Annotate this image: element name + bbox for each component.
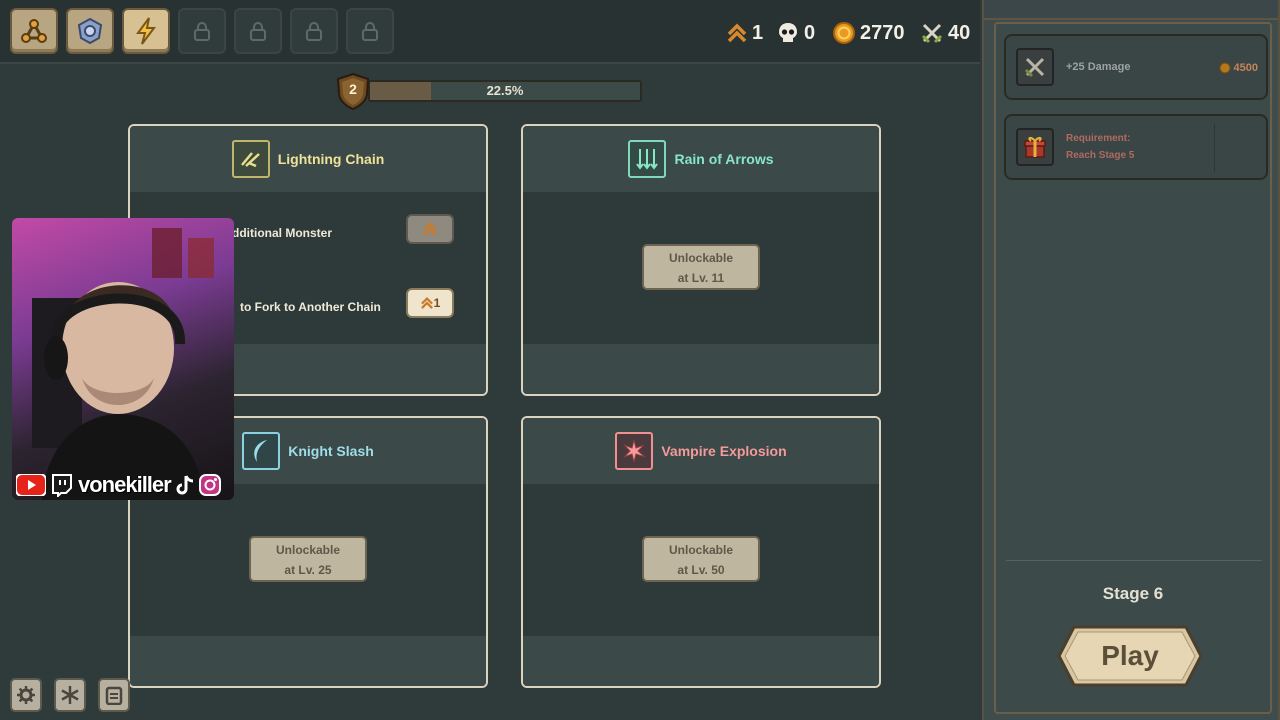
skill-card-vampire-explosion: Vampire Explosion Unlockable at Lv. 50 xyxy=(521,416,881,688)
lock-icon xyxy=(362,22,378,41)
unlock-line-2: at Lv. 25 xyxy=(284,563,332,577)
tab-defense[interactable] xyxy=(66,8,114,54)
rank-chevron-icon xyxy=(420,296,433,309)
card-header: Vampire Explosion xyxy=(523,418,879,484)
panel-inner: +25 Damage 4500 Requirement: Reach Stage xyxy=(994,22,1272,714)
xp-progress-bar: 22.5% xyxy=(368,80,642,102)
rank-chevron-icon xyxy=(423,222,437,236)
reward-divider xyxy=(1214,124,1215,172)
rank-stat: 1 xyxy=(726,18,763,48)
requirement-line-1: Requirement: xyxy=(1066,133,1131,144)
skill-title: Rain of Arrows xyxy=(674,151,774,167)
card-footer xyxy=(523,636,879,686)
tab-tree[interactable] xyxy=(10,8,58,54)
reward-damage[interactable]: +25 Damage 4500 xyxy=(1004,34,1268,100)
clipboard-icon xyxy=(105,686,123,705)
card-body: Unlockable at Lv. 50 xyxy=(523,484,879,636)
unlock-line-2: at Lv. 50 xyxy=(677,563,725,577)
gift-icon xyxy=(1016,128,1054,166)
reward-cost-value: 4500 xyxy=(1233,62,1258,74)
lock-icon xyxy=(194,22,210,41)
coin-value: 2770 xyxy=(860,21,905,44)
settings-button[interactable] xyxy=(10,678,42,712)
streamer-silhouette xyxy=(32,228,214,500)
coin-icon xyxy=(1219,62,1231,74)
stage-label: Stage 6 xyxy=(1102,584,1164,603)
card-body: Unlockable at Lv. 25 xyxy=(130,484,486,636)
card-footer xyxy=(130,636,486,686)
skill-title: Lightning Chain xyxy=(277,151,385,167)
swords-value: 40 xyxy=(948,21,971,44)
youtube-icon xyxy=(16,474,46,496)
upgrade-cost-value: 1 xyxy=(433,296,441,310)
instagram-icon xyxy=(198,474,221,496)
upgrade-cost-button-2[interactable]: 1 xyxy=(406,288,454,318)
xp-percent-text: 22.5% xyxy=(486,83,524,98)
vampire-explosion-skill-icon xyxy=(615,432,654,470)
unlock-line-1: Unlockable xyxy=(668,251,734,265)
lock-icon xyxy=(250,22,266,41)
skull-icon xyxy=(779,23,797,42)
tiktok-icon xyxy=(176,475,193,495)
unlockable-button: Unlockable at Lv. 25 xyxy=(249,536,367,582)
shield-gem-icon xyxy=(77,17,103,45)
reward-label: +25 Damage xyxy=(1066,61,1131,73)
lightning-icon xyxy=(136,17,156,45)
webcam-overlay xyxy=(12,218,234,500)
card-footer xyxy=(523,344,879,394)
unlock-line-1: Unlockable xyxy=(275,543,341,557)
notes-button[interactable] xyxy=(98,678,130,712)
unlockable-button: Unlockable at Lv. 11 xyxy=(642,244,760,290)
coin-icon xyxy=(833,22,855,44)
coin-stat: 2770 xyxy=(832,18,905,48)
reward-locked[interactable]: Requirement: Reach Stage 5 xyxy=(1004,114,1268,180)
crossed-swords-icon xyxy=(921,23,943,44)
level-number: 2 xyxy=(349,81,357,97)
streamer-handle: vonekiller xyxy=(78,472,172,497)
tab-skills[interactable] xyxy=(122,8,170,54)
gear-icon xyxy=(17,686,35,704)
reward-cost: 4500 xyxy=(1219,62,1258,74)
panel-top-frame xyxy=(984,0,1278,20)
skill-title: Vampire Explosion xyxy=(661,443,787,459)
lightning-chain-skill-icon xyxy=(231,140,270,178)
level-shield: 2 xyxy=(334,72,372,110)
stage-panel: +25 Damage 4500 Requirement: Reach Stage xyxy=(982,0,1280,720)
unlock-line-2: at Lv. 11 xyxy=(677,271,725,285)
requirement-line-2: Reach Stage 5 xyxy=(1066,150,1135,161)
unlock-line-1: Unlockable xyxy=(668,543,734,557)
rain-of-arrows-skill-icon xyxy=(628,140,667,178)
snowflake-icon xyxy=(61,686,79,704)
card-body: Unlockable at Lv. 11 xyxy=(523,192,879,344)
tree-icon xyxy=(21,19,47,43)
rank-chevron-icon xyxy=(727,23,747,43)
effects-button[interactable] xyxy=(54,678,86,712)
lock-icon xyxy=(306,22,322,41)
skull-stat: 0 xyxy=(776,18,815,48)
skull-value: 0 xyxy=(804,21,816,44)
tab-locked-3[interactable] xyxy=(290,8,338,54)
card-header: Rain of Arrows xyxy=(523,126,879,192)
swords-stat: 40 xyxy=(920,18,970,48)
play-button[interactable]: Play xyxy=(1056,624,1204,688)
knight-slash-skill-icon xyxy=(242,432,281,470)
tab-locked-1[interactable] xyxy=(178,8,226,54)
requirement-text: Requirement: Reach Stage 5 xyxy=(1066,130,1134,164)
crossed-swords-icon xyxy=(1016,48,1054,86)
skill-title: Knight Slash xyxy=(288,443,374,459)
tab-locked-2[interactable] xyxy=(234,8,282,54)
divider xyxy=(1006,560,1262,561)
top-bar: 1 0 2770 40 xyxy=(0,0,980,64)
play-label: Play xyxy=(1101,640,1159,671)
upgrade-cost-button-1[interactable] xyxy=(406,214,454,244)
skill-card-rain-of-arrows: Rain of Arrows Unlockable at Lv. 11 xyxy=(521,124,881,396)
tab-locked-4[interactable] xyxy=(346,8,394,54)
card-header: Lightning Chain xyxy=(130,126,486,192)
twitch-icon xyxy=(52,474,72,497)
unlockable-button: Unlockable at Lv. 50 xyxy=(642,536,760,582)
rank-value: 1 xyxy=(752,21,764,44)
social-handle-bar: vonekiller xyxy=(12,470,234,500)
